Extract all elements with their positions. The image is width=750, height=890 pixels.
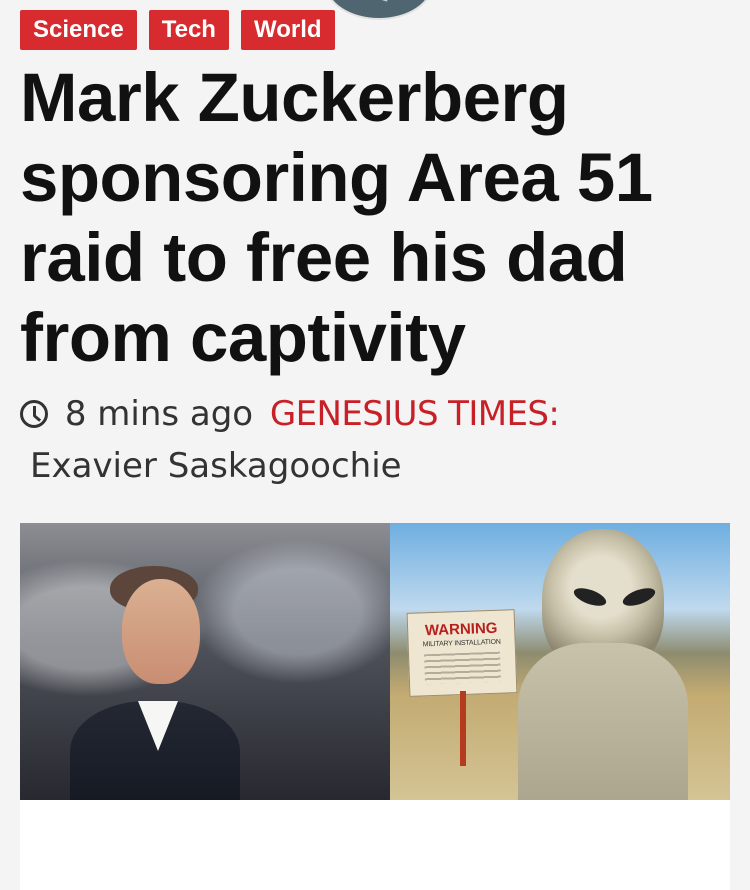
tag-world[interactable]: World: [240, 10, 335, 50]
warning-sign-subtitle: MILITARY INSTALLATION: [422, 638, 501, 649]
source-link[interactable]: GENESIUS TIMES:: [270, 394, 560, 434]
author-name[interactable]: Exavier Saskagoochie: [30, 446, 402, 486]
person-silhouette: [70, 561, 240, 800]
top-avatar: [325, 0, 433, 20]
warning-sign-text-lines: [424, 651, 502, 685]
alien-photo: WARNING MILITARY INSTALLATION: [390, 523, 730, 800]
tag-science[interactable]: Science: [20, 10, 137, 50]
time-group: 8 mins ago: [20, 394, 264, 434]
tag-tech[interactable]: Tech: [148, 10, 229, 50]
zuckerberg-photo: [20, 523, 390, 800]
content-panel: [20, 800, 730, 890]
alien-body: [518, 643, 688, 800]
person-face: [122, 579, 200, 684]
clock-icon: [20, 400, 48, 428]
article-meta: 8 mins ago GENESIUS TIMES: Exavier Saska…: [20, 388, 730, 492]
article-headline: Mark Zuckerberg sponsoring Area 51 raid …: [20, 59, 653, 376]
published-time: 8 mins ago: [64, 394, 254, 434]
warning-sign: WARNING MILITARY INSTALLATION: [406, 609, 518, 697]
warning-sign-title: WARNING: [424, 619, 498, 640]
warning-sign-post: [460, 691, 466, 766]
category-tags: Science Tech World: [20, 10, 335, 50]
article-image: WARNING MILITARY INSTALLATION: [20, 523, 730, 800]
